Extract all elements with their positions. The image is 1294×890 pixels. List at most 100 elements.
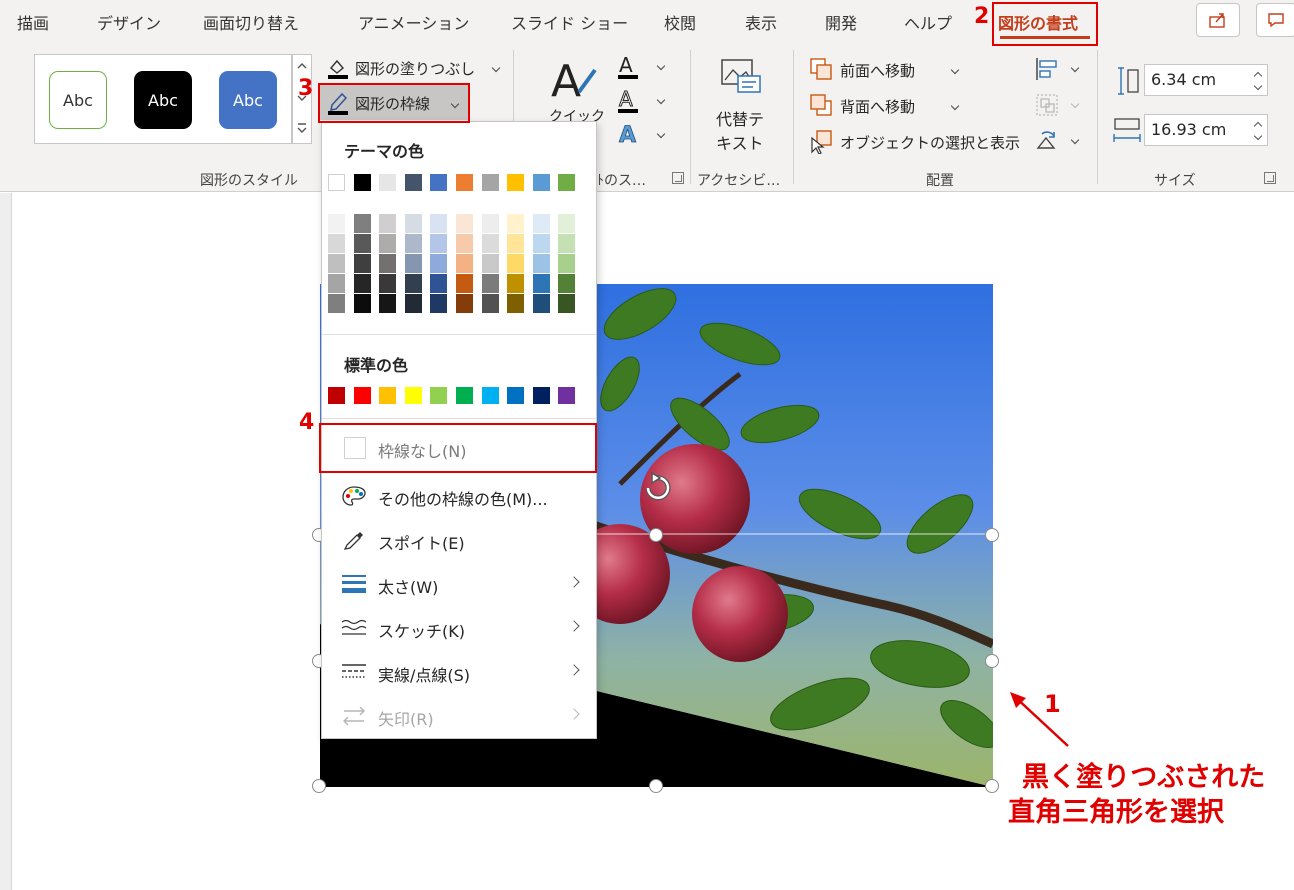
theme-color-swatch[interactable]	[558, 174, 576, 191]
theme-shade-swatch[interactable]	[532, 214, 550, 233]
menu-item-dashes[interactable]: 実線/点線(S)	[322, 652, 596, 692]
theme-shade-swatch[interactable]	[328, 274, 345, 293]
dialog-launcher-icon[interactable]	[1264, 172, 1276, 184]
theme-shade-swatch[interactable]	[353, 294, 371, 313]
spin-down-icon[interactable]	[1253, 81, 1263, 91]
theme-shade-swatch[interactable]	[379, 234, 397, 253]
theme-shade-swatch[interactable]	[481, 274, 499, 293]
theme-shade-swatch[interactable]	[532, 294, 550, 313]
theme-color-swatch[interactable]	[430, 174, 448, 191]
menu-item-weight[interactable]: 太さ(W)	[322, 564, 596, 604]
theme-shade-swatch[interactable]	[430, 254, 448, 273]
shape-style-black-fill[interactable]: Abc	[134, 71, 192, 129]
theme-shade-swatch[interactable]	[558, 254, 576, 273]
theme-shade-swatch[interactable]	[430, 274, 448, 293]
gallery-more-icon[interactable]	[296, 121, 308, 135]
standard-color-swatch[interactable]	[328, 387, 345, 404]
text-fill-button[interactable]: A	[616, 53, 666, 82]
theme-color-swatch[interactable]	[532, 174, 550, 191]
menu-item-sketch[interactable]: スケッチ(K)	[322, 608, 596, 648]
theme-shade-swatch[interactable]	[507, 274, 525, 293]
theme-shade-swatch[interactable]	[379, 214, 397, 233]
theme-shade-swatch[interactable]	[404, 234, 422, 253]
theme-shade-swatch[interactable]	[481, 254, 499, 273]
theme-shade-swatch[interactable]	[481, 214, 499, 233]
theme-color-swatch[interactable]	[379, 174, 397, 191]
standard-color-swatch[interactable]	[430, 387, 448, 404]
theme-shade-swatch[interactable]	[558, 274, 576, 293]
shape-fill-button[interactable]: 図形の塗りつぶし	[325, 56, 501, 82]
theme-shade-swatch[interactable]	[558, 234, 576, 253]
theme-color-swatch[interactable]	[456, 174, 473, 191]
theme-shade-swatch[interactable]	[558, 294, 576, 313]
theme-shade-swatch[interactable]	[558, 214, 576, 233]
tab-slideshow[interactable]: スライド ショー	[511, 10, 628, 34]
theme-color-swatch[interactable]	[328, 174, 345, 191]
standard-color-swatch[interactable]	[507, 387, 525, 404]
theme-shade-swatch[interactable]	[481, 294, 499, 313]
theme-shade-swatch[interactable]	[404, 294, 422, 313]
spin-up-icon[interactable]	[1253, 71, 1263, 81]
bring-forward-button[interactable]: 前面へ移動	[808, 56, 968, 84]
alt-text-button[interactable]: 代替テ キスト	[706, 56, 778, 156]
chevron-up-icon[interactable]	[296, 61, 308, 71]
theme-shade-swatch[interactable]	[328, 214, 345, 233]
resize-handle-bottom-right[interactable]	[985, 779, 999, 793]
standard-color-swatch[interactable]	[353, 387, 371, 404]
theme-shade-swatch[interactable]	[481, 234, 499, 253]
theme-shade-swatch[interactable]	[328, 234, 345, 253]
theme-shade-swatch[interactable]	[507, 234, 525, 253]
standard-color-swatch[interactable]	[456, 387, 473, 404]
text-effects-button[interactable]: A	[616, 122, 666, 150]
theme-shade-swatch[interactable]	[353, 254, 371, 273]
theme-shade-swatch[interactable]	[430, 214, 448, 233]
theme-shade-swatch[interactable]	[379, 254, 397, 273]
tab-design[interactable]: デザイン	[97, 10, 161, 34]
quick-styles-button[interactable]: A クイック	[545, 56, 605, 126]
theme-color-swatch[interactable]	[353, 174, 371, 191]
theme-shade-swatch[interactable]	[430, 234, 448, 253]
theme-shade-swatch[interactable]	[404, 274, 422, 293]
comments-button[interactable]	[1256, 3, 1294, 37]
resize-handle-bottom-left[interactable]	[312, 779, 326, 793]
theme-shade-swatch[interactable]	[328, 254, 345, 273]
theme-shade-swatch[interactable]	[353, 234, 371, 253]
standard-color-swatch[interactable]	[532, 387, 550, 404]
tab-review[interactable]: 校閲	[664, 10, 696, 34]
share-button[interactable]	[1196, 3, 1240, 37]
theme-shade-swatch[interactable]	[379, 274, 397, 293]
theme-shade-swatch[interactable]	[532, 254, 550, 273]
theme-shade-swatch[interactable]	[328, 294, 345, 313]
theme-shade-swatch[interactable]	[456, 214, 473, 233]
theme-shade-swatch[interactable]	[379, 294, 397, 313]
theme-shade-swatch[interactable]	[507, 254, 525, 273]
theme-color-swatch[interactable]	[404, 174, 422, 191]
theme-shade-swatch[interactable]	[507, 294, 525, 313]
spin-down-icon[interactable]	[1253, 131, 1263, 141]
standard-color-swatch[interactable]	[558, 387, 576, 404]
tab-draw[interactable]: 描画	[17, 10, 49, 34]
selection-pane-button[interactable]: オブジェクトの選択と表示	[808, 128, 1028, 156]
rotate-button[interactable]	[1034, 128, 1080, 154]
theme-shade-swatch[interactable]	[404, 214, 422, 233]
resize-handle-right[interactable]	[985, 654, 999, 668]
resize-handle-top-right[interactable]	[985, 528, 999, 542]
theme-shade-swatch[interactable]	[353, 274, 371, 293]
theme-shade-swatch[interactable]	[456, 294, 473, 313]
menu-item-eyedropper[interactable]: スポイト(E)	[322, 520, 596, 560]
theme-shade-swatch[interactable]	[456, 234, 473, 253]
standard-color-swatch[interactable]	[481, 387, 499, 404]
standard-color-swatch[interactable]	[379, 387, 397, 404]
tab-developer[interactable]: 開発	[825, 10, 857, 34]
theme-shade-swatch[interactable]	[456, 274, 473, 293]
menu-item-more-colors[interactable]: その他の枠線の色(M)...	[322, 476, 596, 516]
theme-shade-swatch[interactable]	[353, 214, 371, 233]
shape-style-blue-fill[interactable]: Abc	[219, 71, 277, 129]
shape-width-input[interactable]: 16.93 cm	[1144, 114, 1268, 146]
send-backward-button[interactable]: 背面へ移動	[808, 92, 968, 120]
shape-height-input[interactable]: 6.34 cm	[1144, 64, 1268, 96]
align-button[interactable]	[1034, 56, 1080, 82]
theme-shade-swatch[interactable]	[532, 274, 550, 293]
theme-shade-swatch[interactable]	[507, 214, 525, 233]
shape-style-outline-green[interactable]: Abc	[49, 71, 107, 129]
